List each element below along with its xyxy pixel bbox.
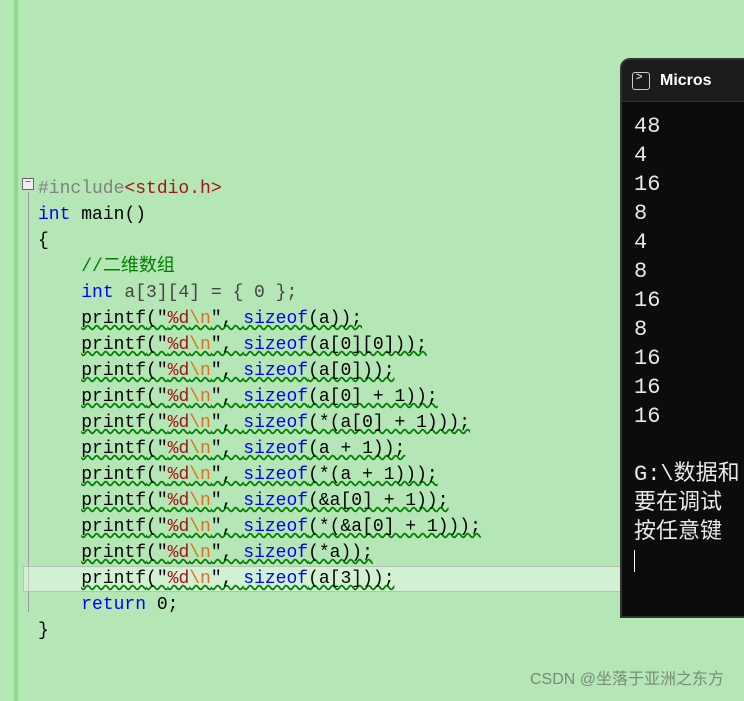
out-1: 4 — [634, 143, 647, 168]
out-10: 16 — [634, 404, 660, 429]
out-4: 4 — [634, 230, 647, 255]
close-brace: } — [38, 621, 49, 641]
arg-2: (a[0])); — [308, 361, 394, 381]
console-msg2: 按任意键 — [634, 520, 722, 545]
console-title: Micros — [660, 72, 712, 90]
console-msg1: 要在调试 — [634, 491, 722, 516]
out-0: 48 — [634, 114, 660, 139]
out-8: 16 — [634, 346, 660, 371]
code-editor[interactable]: #include<stdio.h> int main() { //二维数组 in… — [38, 150, 481, 644]
preprocessor: #include — [38, 179, 124, 199]
out-9: 16 — [634, 375, 660, 400]
console-cursor — [634, 550, 635, 572]
kw-return: return — [81, 595, 146, 615]
arg-5: (a + 1)); — [308, 439, 405, 459]
console-output[interactable]: 48 4 16 8 4 8 16 8 16 16 16 G:\数据和 要在调试 … — [622, 102, 744, 576]
console-path: G:\数据和 — [634, 462, 740, 487]
console-titlebar[interactable]: Micros — [622, 60, 744, 102]
terminal-icon — [632, 72, 650, 90]
arg-1: (a[0][0])); — [308, 335, 427, 355]
kw-int: int — [38, 205, 70, 225]
arg-6: (*(a + 1))); — [308, 465, 438, 485]
include-header: <stdio.h> — [124, 179, 221, 199]
change-bar — [14, 0, 18, 701]
fold-guide — [28, 192, 29, 612]
watermark: CSDN @坐落于亚洲之东方 — [530, 665, 724, 689]
fold-toggle[interactable]: − — [22, 178, 34, 190]
arg-0: (a)); — [308, 309, 362, 329]
out-5: 8 — [634, 259, 647, 284]
out-6: 16 — [634, 288, 660, 313]
arg-7: (&a[0] + 1)); — [308, 491, 448, 511]
decl: a[3][4] = { 0 }; — [114, 283, 298, 303]
arg-9: (*a)); — [308, 543, 373, 563]
out-2: 16 — [634, 172, 660, 197]
console-window[interactable]: Micros 48 4 16 8 4 8 16 8 16 16 16 G:\数据… — [620, 58, 744, 618]
arg-10: (a[3])); — [308, 569, 394, 589]
comment: //二维数组 — [81, 257, 175, 277]
arg-8: (*(&a[0] + 1))); — [308, 517, 481, 537]
open-brace: { — [38, 231, 49, 251]
arg-4: (*(a[0] + 1))); — [308, 413, 470, 433]
fn-main: main — [81, 205, 124, 225]
out-3: 8 — [634, 201, 647, 226]
arg-3: (a[0] + 1)); — [308, 387, 438, 407]
out-7: 8 — [634, 317, 647, 342]
